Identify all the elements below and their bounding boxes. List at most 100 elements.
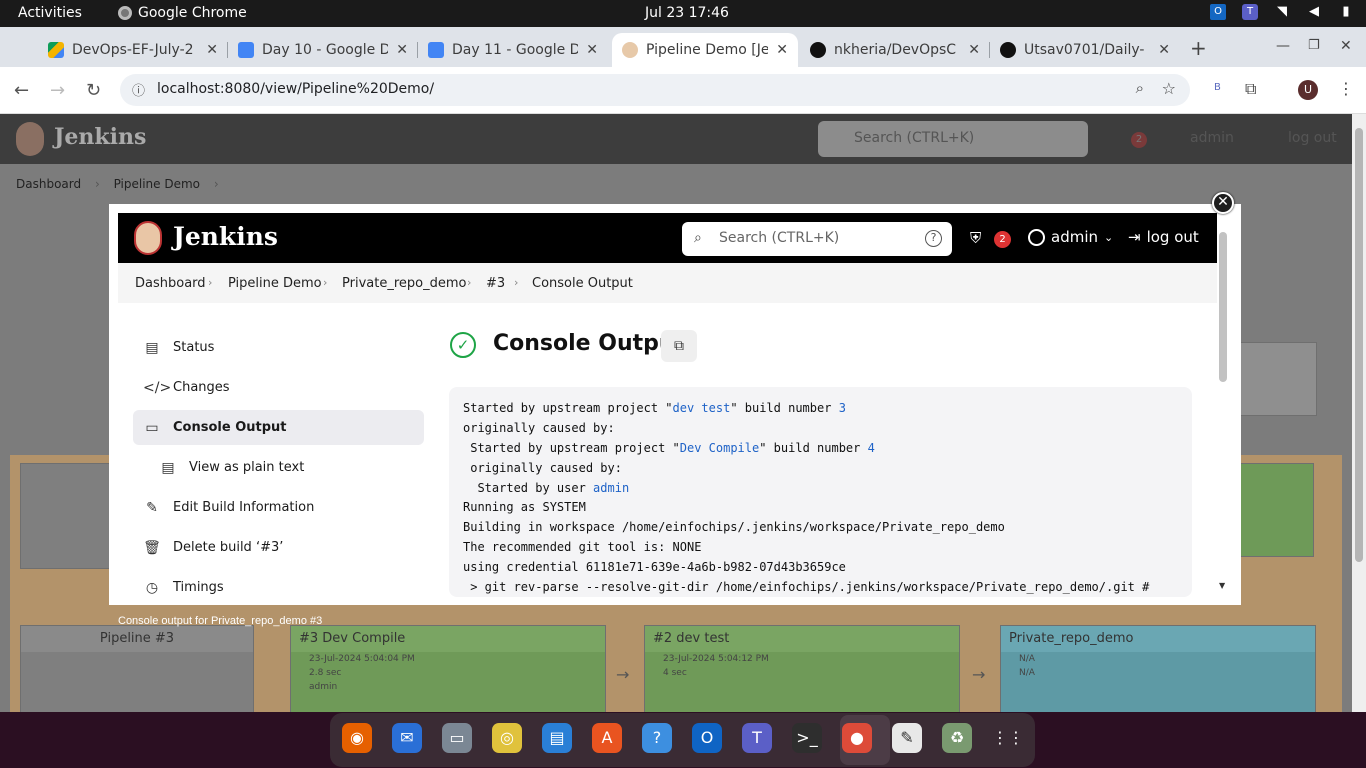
security-badge[interactable]: 2 <box>994 231 1011 248</box>
page-scrollbar-thumb[interactable] <box>1355 128 1363 562</box>
url-text[interactable]: localhost:8080/view/Pipeline%20Demo/ <box>157 81 434 97</box>
forward-icon[interactable]: → <box>50 80 65 101</box>
pipeline-box-build: Pipeline #3 <box>20 625 254 715</box>
tab-nkheria[interactable]: nkheria/DevOpsC ✕ <box>800 33 990 67</box>
scroll-down-arrow-icon[interactable]: ▼ <box>1219 581 1225 590</box>
console-line: > git rev-parse --resolve-git-dir /home/… <box>463 580 1150 595</box>
breadcrumb-pipeline-demo[interactable]: Pipeline Demo <box>228 276 322 291</box>
help-icon[interactable]: ? <box>642 723 672 753</box>
system-top-bar: Activities Google Chrome Jul 23 17:46 O … <box>0 0 1366 27</box>
firefox-icon[interactable]: ◉ <box>342 723 372 753</box>
tab-day10[interactable]: Day 10 - Google D ✕ <box>228 33 418 67</box>
outlook-icon[interactable]: O <box>692 723 722 753</box>
sidebar-item-status[interactable]: ▤ Status <box>133 330 424 365</box>
terminal-icon: ▭ <box>145 419 159 436</box>
trash-icon[interactable]: ♻ <box>942 723 972 753</box>
sidebar-item-console-output[interactable]: ▭ Console Output <box>133 410 424 445</box>
logout-link[interactable]: ⇥ log out <box>1128 228 1199 246</box>
bg-user: admin <box>1190 130 1234 146</box>
security-shield-icon[interactable]: ⛨ <box>970 229 981 247</box>
terminal-icon[interactable]: >_ <box>792 723 822 753</box>
sidebar-item-changes[interactable]: </> Changes <box>133 370 424 405</box>
activities-button[interactable]: Activities <box>18 5 82 21</box>
tab-utsav[interactable]: Utsav0701/Daily- ✕ <box>990 33 1180 67</box>
tab-pipeline-demo[interactable]: Pipeline Demo [Je ✕ <box>612 33 798 67</box>
console-link[interactable]: Dev Compile <box>680 441 759 455</box>
outlook-tray-icon[interactable]: O <box>1210 4 1226 20</box>
back-icon[interactable]: ← <box>14 80 29 101</box>
bookmark-star-icon[interactable]: ☆ <box>1162 79 1176 98</box>
libreoffice-writer-icon[interactable]: ▤ <box>542 723 572 753</box>
pipeline-arrow-icon: → <box>972 665 986 684</box>
search-input[interactable]: ⌕ Search (CTRL+K) ? <box>682 222 952 256</box>
teams-tray-icon[interactable]: T <box>1242 4 1258 20</box>
modal-scrollbar[interactable]: ▼ <box>1219 218 1231 598</box>
close-tab-icon[interactable]: ✕ <box>776 42 788 58</box>
maximize-window-icon[interactable]: ❐ <box>1308 38 1320 53</box>
files-icon[interactable]: ▭ <box>442 723 472 753</box>
app-menu[interactable]: Google Chrome <box>118 5 247 21</box>
copy-icon: ⧉ <box>674 338 684 354</box>
console-link[interactable]: 3 <box>839 401 846 415</box>
close-tab-icon[interactable]: ✕ <box>1158 42 1170 58</box>
close-tab-icon[interactable]: ✕ <box>206 42 218 58</box>
jenkins-icon <box>622 42 638 58</box>
close-tab-icon[interactable]: ✕ <box>968 42 980 58</box>
system-tray[interactable]: O T ◥ ◀ ▮ <box>1210 4 1354 20</box>
sidebar-item-view-plain-text[interactable]: ▤ View as plain text <box>133 450 424 485</box>
zoom-icon[interactable]: ⌕ <box>1136 79 1144 97</box>
pipeline-box-dev-compile: #3 Dev Compile 23-Jul-2024 5:04:04 PM 2.… <box>290 625 606 715</box>
sidebar-item-timings[interactable]: ◷ Timings <box>133 570 424 605</box>
volume-icon[interactable]: ◀ <box>1306 4 1322 20</box>
console-link[interactable]: admin <box>593 481 629 495</box>
site-info-icon[interactable]: ⓘ <box>132 80 145 99</box>
thunderbird-icon[interactable]: ✉ <box>392 723 422 753</box>
chrome-menu-icon[interactable]: ⋮ <box>1338 79 1354 98</box>
close-tab-icon[interactable]: ✕ <box>586 42 598 58</box>
rhythmbox-icon[interactable]: ◎ <box>492 723 522 753</box>
console-link[interactable]: 4 <box>868 441 875 455</box>
show-apps-icon[interactable]: ⋮⋮ <box>992 723 1024 753</box>
text-editor-icon[interactable]: ✎ <box>892 723 922 753</box>
close-modal-button[interactable]: ✕ <box>1212 192 1234 214</box>
chevron-down-icon: ⌄ <box>1104 230 1114 244</box>
search-help-icon[interactable]: ? <box>925 230 942 247</box>
tab-day11[interactable]: Day 11 - Google D ✕ <box>418 33 608 67</box>
close-window-icon[interactable]: ✕ <box>1340 38 1352 54</box>
page-scrollbar[interactable] <box>1352 114 1366 712</box>
console-link[interactable]: dev test <box>673 401 731 415</box>
battery-icon[interactable]: ▮ <box>1338 4 1354 20</box>
breadcrumb-dashboard[interactable]: Dashboard <box>135 276 206 291</box>
copy-console-button[interactable]: ⧉ <box>661 330 697 362</box>
close-tab-icon[interactable]: ✕ <box>396 42 408 58</box>
profile-avatar[interactable]: U <box>1298 80 1318 100</box>
modal-jenkins-header: Jenkins ⌕ Search (CTRL+K) ? ⛨ 2 admin ⌄ … <box>118 213 1217 263</box>
breadcrumb-private-repo-demo[interactable]: Private_repo_demo <box>342 276 466 291</box>
reload-icon[interactable]: ↻ <box>86 80 101 101</box>
bg-breadcrumb: Dashboard › Pipeline Demo › <box>16 177 219 191</box>
google-docs-icon <box>428 42 444 58</box>
breadcrumb-build-3[interactable]: #3 <box>486 276 505 291</box>
clock[interactable]: Jul 23 17:46 <box>645 5 729 21</box>
sidebar-item-delete-build[interactable]: 🗑 Delete build ‘#3’ <box>133 530 424 565</box>
bg-badge: 2 <box>1131 132 1147 148</box>
teams-icon[interactable]: T <box>742 723 772 753</box>
user-menu[interactable]: admin ⌄ <box>1028 228 1113 246</box>
modal-scrollbar-thumb[interactable] <box>1219 232 1227 382</box>
minimize-window-icon[interactable]: — <box>1276 38 1290 54</box>
breadcrumb-console-output[interactable]: Console Output <box>532 276 633 291</box>
wifi-icon[interactable]: ◥ <box>1274 4 1290 20</box>
console-output[interactable]: Started by upstream project "dev test" b… <box>449 387 1192 597</box>
jenkins-logo-icon[interactable] <box>134 221 162 255</box>
address-bar[interactable]: ⓘ localhost:8080/view/Pipeline%20Demo/ ⌕… <box>120 74 1190 106</box>
app-center-icon[interactable]: A <box>592 723 622 753</box>
google-docs-icon <box>238 42 254 58</box>
new-tab-button[interactable]: + <box>1190 36 1207 60</box>
extensions-icon[interactable]: ⧉ <box>1245 79 1256 99</box>
sidebar-item-edit-build-info[interactable]: ✎ Edit Build Information <box>133 490 424 525</box>
tab-devops[interactable]: DevOps-EF-July-2 ✕ <box>38 33 228 67</box>
jenkins-brand[interactable]: Jenkins <box>173 222 278 251</box>
chrome-icon[interactable]: ● <box>842 723 872 753</box>
extension-badge[interactable]: B <box>1214 82 1221 93</box>
bg-search-input: Search (CTRL+K) <box>818 121 1088 157</box>
